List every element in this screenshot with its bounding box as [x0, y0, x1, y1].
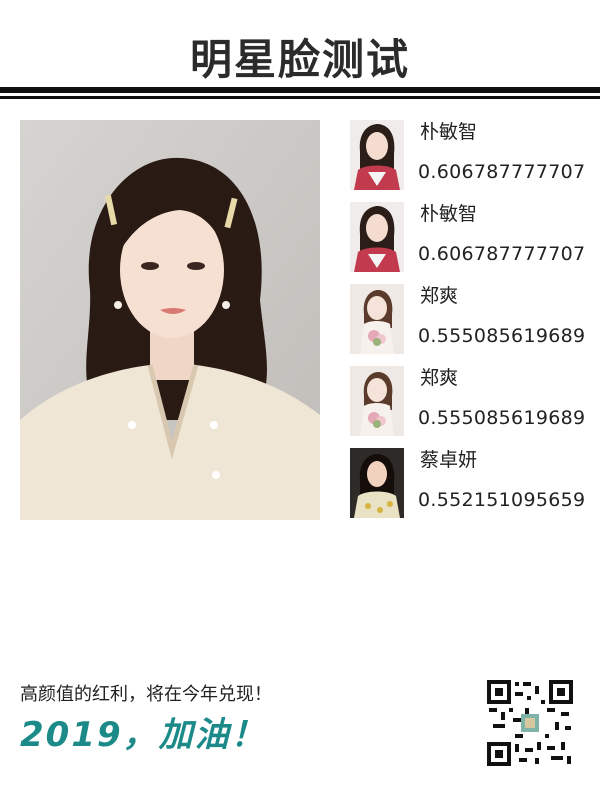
result-item[interactable]: 朴敏智 0.606787777707 [350, 120, 590, 192]
match-thumbnail [350, 284, 404, 354]
result-item[interactable]: 蔡卓妍 0.552151095659 [350, 448, 590, 520]
footer-slogan: 2019，加油！ [20, 715, 267, 755]
match-name: 郑爽 [420, 285, 459, 307]
footer-tagline: 高颜值的红利，将在今年兑现！ [20, 684, 272, 705]
result-item[interactable]: 郑爽 0.555085619689 [350, 284, 590, 356]
match-name: 郑爽 [420, 367, 459, 389]
match-score: 0.552151095659 [418, 489, 586, 511]
match-name: 蔡卓妍 [420, 449, 478, 471]
match-score: 0.555085619689 [418, 325, 586, 347]
match-score: 0.555085619689 [418, 407, 586, 429]
page-title: 明星脸测试 [189, 35, 410, 84]
match-name: 朴敏智 [420, 121, 478, 143]
uploaded-face-photo [20, 120, 320, 520]
match-thumbnail [350, 448, 404, 518]
match-thumbnail [350, 366, 404, 436]
qr-code[interactable] [485, 678, 575, 768]
match-name: 朴敏智 [420, 203, 478, 225]
match-score: 0.606787777707 [418, 161, 586, 183]
result-item[interactable]: 郑爽 0.555085619689 [350, 366, 590, 438]
header-rule-thick [0, 87, 600, 93]
match-score: 0.606787777707 [418, 243, 586, 265]
match-thumbnail [350, 202, 404, 272]
match-thumbnail [350, 120, 404, 190]
result-item[interactable]: 朴敏智 0.606787777707 [350, 202, 590, 274]
header-rule-thin [0, 96, 600, 99]
